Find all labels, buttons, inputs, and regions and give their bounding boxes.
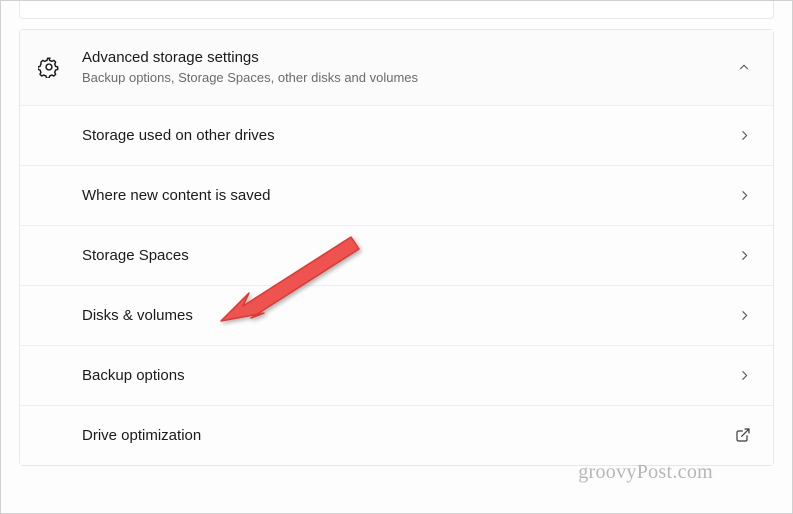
- advanced-storage-header[interactable]: Advanced storage settings Backup options…: [20, 30, 773, 105]
- item-where-new-content[interactable]: Where new content is saved: [20, 165, 773, 225]
- previous-panel-bottom: [19, 1, 774, 19]
- item-label: Backup options: [82, 367, 738, 384]
- item-label: Where new content is saved: [82, 187, 738, 204]
- advanced-storage-panel: Advanced storage settings Backup options…: [19, 29, 774, 466]
- header-text-block: Advanced storage settings Backup options…: [82, 48, 737, 87]
- chevron-right-icon: [738, 309, 751, 322]
- item-label: Disks & volumes: [82, 307, 738, 324]
- chevron-right-icon: [738, 129, 751, 142]
- chevron-right-icon: [738, 369, 751, 382]
- item-storage-spaces[interactable]: Storage Spaces: [20, 225, 773, 285]
- header-subtitle: Backup options, Storage Spaces, other di…: [82, 69, 737, 87]
- item-storage-other-drives[interactable]: Storage used on other drives: [20, 105, 773, 165]
- item-drive-optimization[interactable]: Drive optimization: [20, 405, 773, 465]
- chevron-right-icon: [738, 249, 751, 262]
- gear-icon: [38, 56, 60, 78]
- header-title: Advanced storage settings: [82, 48, 737, 68]
- item-label: Storage Spaces: [82, 247, 738, 264]
- item-label: Drive optimization: [82, 427, 735, 444]
- item-disks-volumes[interactable]: Disks & volumes: [20, 285, 773, 345]
- chevron-up-icon: [737, 60, 751, 74]
- external-link-icon: [735, 427, 751, 443]
- item-backup-options[interactable]: Backup options: [20, 345, 773, 405]
- chevron-right-icon: [738, 189, 751, 202]
- item-label: Storage used on other drives: [82, 127, 738, 144]
